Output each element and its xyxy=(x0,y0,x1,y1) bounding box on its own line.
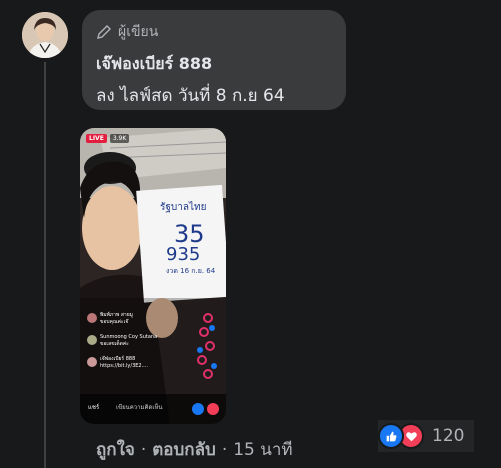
live-video-thumbnail[interactable]: LIVE 3.9K รัฐบาลไทย 35 935 งวด 16 ก.ย. 6… xyxy=(80,128,226,424)
live-comment: เจ๊ฟองเบียร์ 888 https://bit.ly/3E2.... xyxy=(100,356,148,370)
live-comment-text: https://bit.ly/3E2.... xyxy=(100,363,148,369)
action-separator: · xyxy=(140,439,147,460)
reaction-count: 120 xyxy=(432,426,465,446)
timestamp[interactable]: 15 นาที xyxy=(233,436,292,463)
avatar-image xyxy=(22,12,68,58)
author-badge-label: ผู้เขียน xyxy=(118,24,159,40)
reactions-summary[interactable]: 120 xyxy=(378,420,474,452)
avatar[interactable] xyxy=(22,12,68,58)
author-name[interactable]: เจ๊ฟองเบียร์ 888 xyxy=(96,52,332,77)
live-comment-text: ขอบคุณค่ะเจ๊ xyxy=(100,319,129,325)
comment-text: ลง ไลฟ์สด วันที่ 8 ก.ย 64 xyxy=(96,86,285,106)
share-label[interactable]: แชร์ xyxy=(88,404,99,411)
live-badge: LIVE 3.9K xyxy=(86,134,130,143)
write-comment-input[interactable]: เขียนความคิดเห็น xyxy=(116,404,163,411)
live-comment-name: พิมพ์ภาพ สายมู xyxy=(100,312,133,318)
like-icon xyxy=(378,423,404,449)
author-badge: ผู้เขียน xyxy=(96,21,332,43)
paper-number-2: 935 xyxy=(166,244,201,265)
live-label: LIVE xyxy=(86,134,107,143)
action-separator: · xyxy=(221,439,228,460)
like-link[interactable]: ถูกใจ xyxy=(96,436,135,463)
live-comment: Sunmoong Coy Sutana ขอเลขเด็ดค่ะ xyxy=(100,334,157,348)
reply-link[interactable]: ตอบกลับ xyxy=(152,436,216,463)
live-comment-text: ขอเลขเด็ดค่ะ xyxy=(100,341,129,347)
viewer-count: 3.9K xyxy=(109,134,130,143)
live-comment-name: เจ๊ฟองเบียร์ 888 xyxy=(100,356,136,362)
paper-note: งวด 16 ก.ย. 64 xyxy=(166,267,216,275)
comment-actions: ถูกใจ · ตอบกลับ · 15 นาที xyxy=(96,436,293,463)
live-comment-name: Sunmoong Coy Sutana xyxy=(100,334,158,340)
live-comment: พิมพ์ภาพ สายมู ขอบคุณค่ะเจ๊ xyxy=(100,312,133,326)
paper-title: รัฐบาลไทย xyxy=(160,202,207,213)
pencil-icon xyxy=(97,25,111,39)
comment-bubble: ผู้เขียน เจ๊ฟองเบียร์ 888 ลง ไลฟ์สด วันท… xyxy=(82,10,346,110)
thread-line xyxy=(44,62,46,468)
